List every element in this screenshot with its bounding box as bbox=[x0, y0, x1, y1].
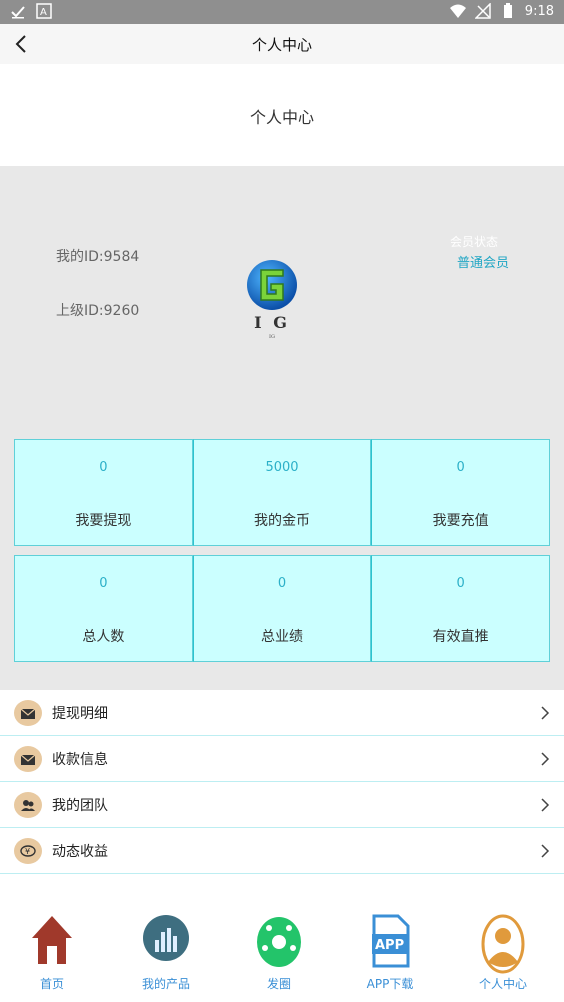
envelope-icon bbox=[14, 746, 42, 772]
stat-label: 我要充值 bbox=[432, 513, 489, 529]
stat-label: 我要提现 bbox=[75, 513, 132, 529]
profile-icon bbox=[481, 914, 525, 974]
stat-value: 0 bbox=[99, 460, 108, 475]
member-status-label: 会员状态 bbox=[450, 235, 499, 249]
chevron-right-icon bbox=[541, 844, 550, 858]
tab-label: 我的产品 bbox=[141, 977, 190, 991]
app-download-icon: APP bbox=[372, 914, 410, 968]
stat-value: 0 bbox=[456, 576, 465, 591]
tab-moments[interactable]: 发圈 bbox=[229, 910, 329, 992]
tab-my-products[interactable]: 我的产品 bbox=[116, 910, 216, 992]
battery-icon bbox=[503, 3, 512, 18]
menu-item-label: 动态收益 bbox=[52, 844, 108, 860]
stat-label: 我的金币 bbox=[254, 513, 310, 529]
menu-item-payment-info[interactable]: 收款信息 bbox=[0, 736, 564, 782]
withdraw-cell[interactable]: 0 我要提现 bbox=[14, 439, 193, 546]
team-icon bbox=[14, 792, 42, 818]
stat-value: 0 bbox=[456, 460, 465, 475]
total-performance-cell[interactable]: 0 总业绩 bbox=[192, 555, 372, 662]
status-time: 9:18 bbox=[524, 3, 554, 19]
check-notification-icon bbox=[11, 6, 25, 19]
stat-label: 有效直推 bbox=[432, 629, 489, 645]
wifi-icon bbox=[449, 4, 466, 18]
tab-home[interactable]: 首页 bbox=[2, 910, 102, 992]
menu-item-label: 收款信息 bbox=[52, 752, 108, 768]
tab-profile[interactable]: 个人中心 bbox=[453, 910, 553, 992]
menu-item-label: 提现明细 bbox=[52, 706, 108, 722]
stat-label: 总业绩 bbox=[261, 629, 303, 645]
stat-value: 0 bbox=[277, 576, 287, 591]
logo-subtext: IG bbox=[269, 334, 275, 340]
menu-item-dynamic-earnings[interactable]: ¥ 动态收益 bbox=[0, 828, 564, 874]
member-status-value: 普通会员 bbox=[457, 256, 510, 271]
tab-label: APP下载 bbox=[366, 977, 414, 991]
page-heading-text: 个人中心 bbox=[249, 108, 314, 127]
stats-row-2: 0 总人数 0 总业绩 0 有效直推 bbox=[14, 555, 551, 662]
header-title: 个人中心 bbox=[251, 36, 312, 54]
menu-item-withdraw-details[interactable]: 提现明细 bbox=[0, 690, 564, 736]
ig-logo: I G IG bbox=[245, 258, 299, 342]
chevron-right-icon bbox=[541, 706, 550, 720]
moments-icon bbox=[257, 917, 301, 967]
recharge-cell[interactable]: 0 我要充值 bbox=[371, 439, 551, 546]
valid-referrals-cell[interactable]: 0 有效直推 bbox=[371, 555, 551, 662]
logo-text: I G bbox=[254, 313, 290, 332]
stat-label: 总人数 bbox=[82, 629, 125, 645]
page-heading: 个人中心 bbox=[0, 64, 564, 166]
status-bar: A 9:18 bbox=[0, 0, 564, 24]
menu-list: 提现明细 收款信息 我的团队 ¥ 动态收益 bbox=[0, 690, 564, 890]
chevron-right-icon bbox=[541, 798, 550, 812]
chevron-right-icon bbox=[541, 752, 550, 766]
svg-text:¥: ¥ bbox=[25, 847, 30, 856]
profile-panel: 我的ID:9584 上级ID:9260 I G IG 会员状态 普通会员 0 我… bbox=[0, 166, 564, 690]
a-notification-icon: A bbox=[36, 3, 52, 19]
total-people-cell[interactable]: 0 总人数 bbox=[14, 555, 193, 662]
home-icon bbox=[32, 916, 72, 964]
ig-logo-icon bbox=[247, 260, 297, 310]
menu-item-my-team[interactable]: 我的团队 bbox=[0, 782, 564, 828]
svg-text:APP: APP bbox=[375, 938, 404, 953]
tab-label: 首页 bbox=[39, 977, 64, 991]
app-header: 个人中心 bbox=[0, 24, 564, 64]
parent-id: 上级ID:9260 bbox=[56, 303, 140, 319]
yen-icon: ¥ bbox=[14, 838, 42, 864]
menu-item-label: 我的团队 bbox=[52, 798, 108, 814]
products-icon bbox=[143, 915, 189, 961]
stat-value: 0 bbox=[99, 576, 108, 591]
bottom-tab-bar: 首页 我的产品 发圈 APP APP下载 个人中心 bbox=[0, 890, 564, 1002]
tab-app-download[interactable]: APP APP下载 bbox=[340, 910, 440, 992]
envelope-icon bbox=[14, 700, 42, 726]
tab-label: 个人中心 bbox=[478, 977, 527, 991]
coins-cell[interactable]: 5000 我的金币 bbox=[192, 439, 372, 546]
svg-text:A: A bbox=[40, 7, 47, 18]
no-signal-icon bbox=[474, 3, 491, 19]
stats-row-1: 0 我要提现 5000 我的金币 0 我要充值 bbox=[14, 439, 551, 546]
tab-label: 发圈 bbox=[266, 977, 291, 991]
stat-value: 5000 bbox=[265, 460, 299, 475]
my-id: 我的ID:9584 bbox=[56, 249, 140, 265]
